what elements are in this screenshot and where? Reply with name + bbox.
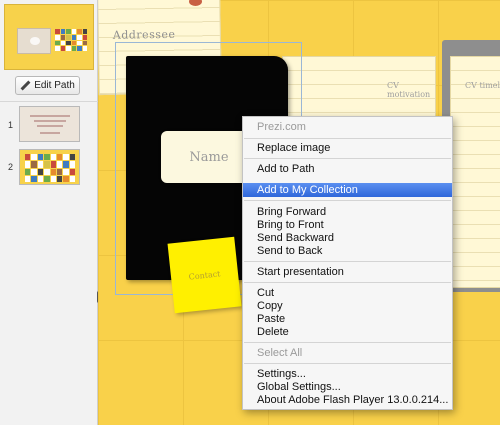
pencil-icon (20, 81, 30, 91)
name-label: Name (189, 149, 229, 165)
path-step-number: 2 (8, 162, 14, 172)
sidebar-divider (0, 101, 98, 102)
context-menu: Prezi.com Replace image Add to Path Add … (242, 116, 453, 410)
menu-separator (244, 282, 451, 283)
menu-item-bring-to-front[interactable]: Bring to Front (243, 219, 452, 232)
menu-header-prezi: Prezi.com (257, 121, 306, 133)
menu-separator (244, 138, 451, 139)
path-step-thumbnail[interactable] (19, 149, 80, 185)
cv-timeline-label: CV timeli (465, 81, 500, 90)
cv-motivation-label: CV motivation (387, 81, 431, 99)
menu-item-copy[interactable]: Copy (243, 300, 452, 313)
menu-item-bring-forward[interactable]: Bring Forward (243, 206, 452, 219)
overview-card-graphic (17, 28, 51, 54)
contact-sticky-note[interactable]: Contact (167, 236, 242, 314)
path-sidebar: Edit Path 1 2 (0, 0, 98, 425)
menu-item-delete[interactable]: Delete (243, 326, 452, 339)
addressee-label: Addressee (112, 27, 176, 42)
contact-label: Contact (188, 268, 221, 282)
edit-path-button[interactable]: Edit Path (15, 76, 80, 95)
menu-separator (244, 158, 451, 159)
menu-item-send-to-back[interactable]: Send to Back (243, 245, 452, 258)
path-step-thumbnail[interactable] (19, 106, 80, 142)
menu-separator (244, 261, 451, 262)
menu-item-cut[interactable]: Cut (243, 287, 452, 300)
menu-separator (244, 363, 451, 364)
menu-item-start-presentation[interactable]: Start presentation (243, 266, 452, 279)
cv-timeline-paper[interactable]: CV timeli (450, 56, 500, 288)
edit-path-label: Edit Path (34, 80, 75, 91)
menu-item-add-to-path[interactable]: Add to Path (243, 163, 452, 176)
overview-thumbnail[interactable] (4, 4, 94, 70)
menu-item-paste[interactable]: Paste (243, 313, 452, 326)
path-step-number: 1 (8, 120, 14, 130)
menu-separator (244, 200, 451, 201)
menu-item-select-all: Select All (257, 347, 303, 359)
menu-item-settings[interactable]: Settings... (243, 368, 452, 381)
menu-item-global-settings[interactable]: Global Settings... (243, 381, 452, 394)
menu-item-send-backward[interactable]: Send Backward (243, 232, 452, 245)
menu-separator (244, 342, 451, 343)
menu-item-replace-image[interactable]: Replace image (243, 142, 452, 155)
overview-grid-graphic (55, 29, 87, 51)
menu-item-about-flash[interactable]: About Adobe Flash Player 13.0.0.214... (243, 394, 452, 407)
menu-item-add-to-collection[interactable]: Add to My Collection (243, 183, 452, 197)
